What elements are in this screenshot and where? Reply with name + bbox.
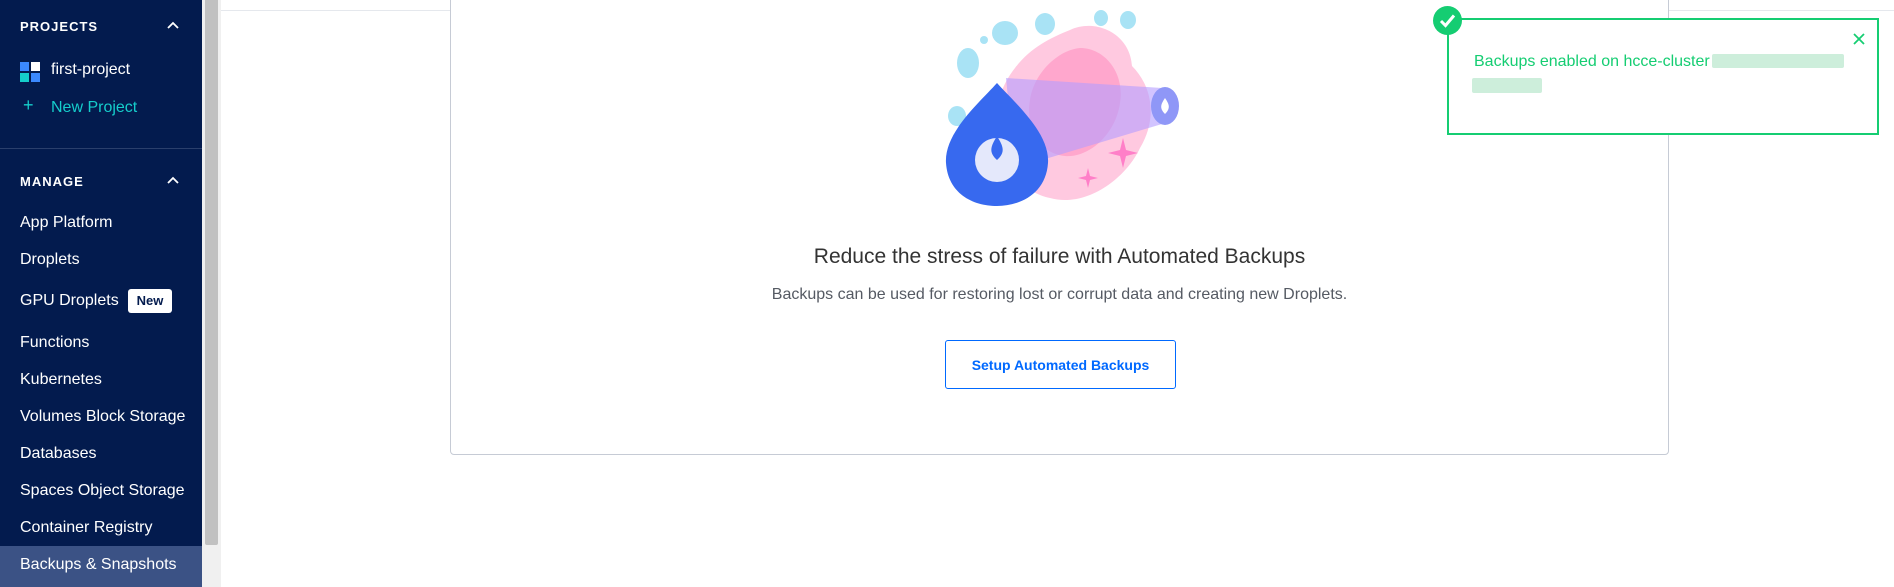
chevron-up-icon[interactable] xyxy=(166,18,180,32)
sidebar: PROJECTS first-project + New Project MAN… xyxy=(0,0,202,587)
sidebar-item-volumes[interactable]: Volumes Block Storage xyxy=(20,408,185,426)
new-badge: New xyxy=(128,289,172,313)
sidebar-item-droplets[interactable]: Droplets xyxy=(20,251,80,269)
project-icon xyxy=(20,62,40,82)
success-toast xyxy=(1447,18,1879,135)
sidebar-scrollbar-thumb[interactable] xyxy=(205,0,218,545)
project-name: first-project xyxy=(51,61,131,78)
sidebar-item-gpu-droplets[interactable]: GPU Droplets xyxy=(20,292,119,310)
backups-illustration xyxy=(945,10,1179,206)
sidebar-item-app-platform[interactable]: App Platform xyxy=(20,214,112,232)
setup-automated-backups-button[interactable]: Setup Automated Backups xyxy=(945,340,1176,389)
chevron-up-icon[interactable] xyxy=(166,173,180,187)
empty-state-description: Backups can be used for restoring lost o… xyxy=(771,286,1348,303)
empty-state-headline: Reduce the stress of failure with Automa… xyxy=(813,245,1306,268)
sidebar-item-container-registry[interactable]: Container Registry xyxy=(20,519,153,537)
sidebar-item-functions[interactable]: Functions xyxy=(20,334,89,352)
new-project-label: New Project xyxy=(51,99,138,116)
toast-message: Backups enabled on hcce-cluster xyxy=(1474,53,1710,70)
redacted-text xyxy=(1472,78,1542,93)
sidebar-item-databases[interactable]: Databases xyxy=(20,445,97,463)
projects-header: PROJECTS xyxy=(20,19,99,34)
sidebar-item-kubernetes[interactable]: Kubernetes xyxy=(20,371,102,389)
sidebar-item-backups[interactable]: Backups & Snapshots xyxy=(20,556,177,574)
sidebar-divider xyxy=(0,148,202,149)
sidebar-item-spaces[interactable]: Spaces Object Storage xyxy=(20,482,185,500)
plus-icon: + xyxy=(23,95,34,115)
check-circle-icon xyxy=(1433,6,1462,35)
close-icon[interactable] xyxy=(1853,33,1865,45)
manage-header: MANAGE xyxy=(20,174,84,189)
redacted-text xyxy=(1712,54,1844,68)
